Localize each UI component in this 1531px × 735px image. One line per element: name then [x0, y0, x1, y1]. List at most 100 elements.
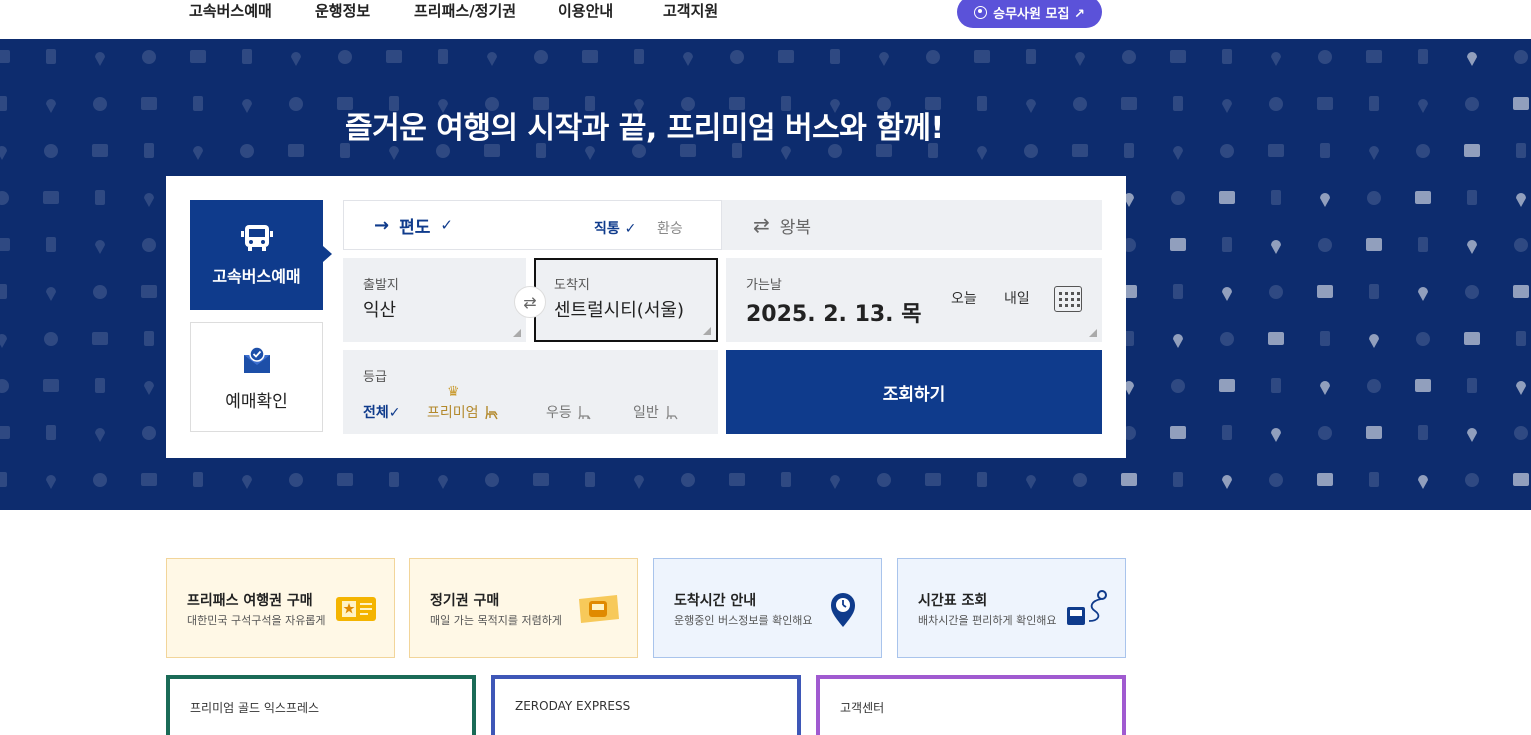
tab-express-booking[interactable]: 고속버스예매: [190, 200, 332, 310]
grade-option-all[interactable]: 전체✓: [363, 402, 401, 422]
pattern-travel-icon: [1170, 238, 1186, 251]
grade-option-excellent[interactable]: 우등: [546, 402, 593, 422]
pattern-travel-icon: [1415, 191, 1431, 204]
grade-option-premium[interactable]: ♛ 프리미엄: [427, 384, 500, 422]
departure-value: 익산: [363, 300, 397, 321]
pattern-travel-icon: [0, 284, 7, 299]
pattern-travel-icon: [0, 96, 7, 111]
roundtrip-option[interactable]: ⇄ 왕복: [753, 200, 811, 250]
arrival-label: 도착지: [554, 278, 590, 293]
pattern-travel-icon: [1516, 143, 1526, 158]
today-button[interactable]: 오늘: [951, 288, 977, 308]
tomorrow-button[interactable]: 내일: [1004, 288, 1030, 308]
pattern-travel-icon: [43, 379, 59, 392]
pattern-travel-icon: [95, 52, 105, 66]
pattern-travel-icon: [1026, 475, 1036, 489]
promo-premium-gold[interactable]: 프리미엄 골드 익스프레스: [166, 675, 476, 735]
pattern-travel-icon: [1173, 146, 1183, 160]
season-pass-card[interactable]: 정기권 구매 매일 가는 목적지를 저렴하게: [409, 558, 638, 658]
hero-title: 즐거운 여행의 시작과 끝, 프리미엄 버스와 함께!: [345, 111, 944, 146]
pattern-travel-icon: [1271, 52, 1281, 66]
pattern-travel-icon: [1222, 49, 1232, 64]
pattern-travel-icon: [830, 475, 840, 489]
recruit-label: 승무사원 모집 ↗: [993, 6, 1085, 22]
departure-label: 출발지: [363, 278, 399, 293]
nav-item-support[interactable]: 고객지원: [663, 0, 718, 22]
bus-icon: [240, 225, 273, 251]
timetable-card[interactable]: 시간표 조회 배차시간을 편리하게 확인해요: [897, 558, 1126, 658]
pattern-travel-icon: [46, 49, 56, 64]
pattern-travel-icon: [1219, 379, 1235, 392]
pattern-travel-icon: [1514, 50, 1528, 64]
arrival-time-card[interactable]: 도착시간 안내 운행중인 버스정보를 확인해요: [653, 558, 882, 658]
departure-field[interactable]: 출발지 익산: [343, 258, 526, 342]
pattern-travel-icon: [242, 49, 252, 64]
pattern-travel-icon: [1513, 285, 1529, 298]
pattern-travel-icon: [46, 99, 56, 113]
bus-ticket-icon: [579, 595, 619, 623]
pattern-travel-icon: [977, 96, 987, 111]
nav-item-guide[interactable]: 이용안내: [558, 0, 613, 22]
direct-option[interactable]: 직통 ✓: [594, 218, 636, 238]
pattern-travel-icon: [438, 49, 448, 64]
pattern-travel-icon: [1418, 425, 1428, 440]
pattern-travel-icon: [1220, 332, 1234, 346]
booking-panel: 고속버스예매 예매확인 → 편도 ✓ 직통 ✓ 환승 ⇄ 왕복 출발지 익산 ⇄…: [166, 176, 1126, 458]
transfer-option[interactable]: 환승: [657, 218, 683, 238]
pattern-travel-icon: [582, 50, 598, 63]
pattern-travel-icon: [1369, 284, 1379, 299]
pattern-travel-icon: [1268, 144, 1284, 157]
pattern-travel-icon: [337, 473, 353, 486]
pattern-travel-icon: [634, 49, 644, 64]
grade-option-general[interactable]: 일반: [633, 402, 680, 422]
pattern-travel-icon: [242, 475, 252, 489]
nav-item-freepass[interactable]: 프리패스/정기권: [414, 0, 516, 22]
pattern-travel-icon: [1122, 50, 1136, 64]
date-field[interactable]: 가는날 2025. 2. 13. 목 오늘 내일: [726, 258, 1102, 342]
pattern-travel-icon: [1026, 49, 1036, 64]
trip-type-selector: → 편도 ✓ 직통 ✓ 환승 ⇄ 왕복: [343, 200, 1102, 250]
search-button[interactable]: 조회하기: [726, 350, 1102, 434]
arrival-field[interactable]: 도착지 센트럴시티(서울): [534, 258, 718, 342]
pattern-travel-icon: [1467, 240, 1477, 254]
corner-indicator-icon: [1089, 329, 1097, 337]
pattern-travel-icon: [1369, 146, 1379, 160]
pattern-travel-icon: [1369, 96, 1379, 111]
card-title: 도착시간 안내: [674, 593, 757, 609]
arrival-value: 센트럴시티(서울): [554, 300, 684, 321]
nav-item-express-booking[interactable]: 고속버스예매: [189, 0, 272, 22]
pattern-travel-icon: [144, 331, 154, 346]
pattern-travel-icon: [1366, 426, 1382, 439]
pattern-travel-icon: [1467, 52, 1477, 66]
pattern-travel-icon: [585, 472, 595, 487]
card-title: 시간표 조회: [918, 593, 988, 609]
pattern-travel-icon: [1416, 144, 1430, 158]
pattern-travel-icon: [0, 238, 10, 251]
oneway-option[interactable]: → 편도 ✓ 직통 ✓ 환승: [343, 200, 722, 250]
card-desc: 배차시간을 편리하게 확인해요: [918, 614, 1057, 627]
pattern-travel-icon: [1516, 381, 1526, 395]
pattern-travel-icon: [977, 146, 987, 160]
pattern-travel-icon: [46, 287, 56, 301]
recruit-button[interactable]: 승무사원 모집 ↗: [957, 0, 1102, 28]
pattern-travel-icon: [46, 425, 56, 440]
pattern-travel-icon: [1124, 143, 1134, 158]
roundtrip-label: 왕복: [779, 217, 812, 238]
promo-title: 프리미엄 골드 익스프레스: [190, 701, 320, 715]
pattern-travel-icon: [1317, 285, 1333, 298]
tab-reservation-check[interactable]: 예매확인: [190, 322, 323, 432]
swap-stations-button[interactable]: ⇄: [514, 286, 546, 318]
pattern-travel-icon: [291, 52, 301, 66]
pattern-travel-icon: [93, 97, 107, 111]
promo-zeroday[interactable]: ZERODAY EXPRESS: [491, 675, 801, 735]
promo-title: 고객센터: [840, 701, 885, 715]
freepass-card[interactable]: 프리패스 여행권 구매 대한민국 구석구석을 자유롭게: [166, 558, 395, 658]
nav-item-operation-info[interactable]: 운행정보: [315, 0, 370, 22]
pattern-travel-icon: [1271, 240, 1281, 254]
promo-customer-center[interactable]: 고객센터: [816, 675, 1126, 735]
pattern-travel-icon: [144, 143, 154, 158]
pattern-travel-icon: [1415, 379, 1431, 392]
date-value: 2025. 2. 13. 목: [746, 302, 922, 327]
calendar-icon[interactable]: [1054, 286, 1082, 312]
pattern-travel-icon: [93, 285, 107, 299]
